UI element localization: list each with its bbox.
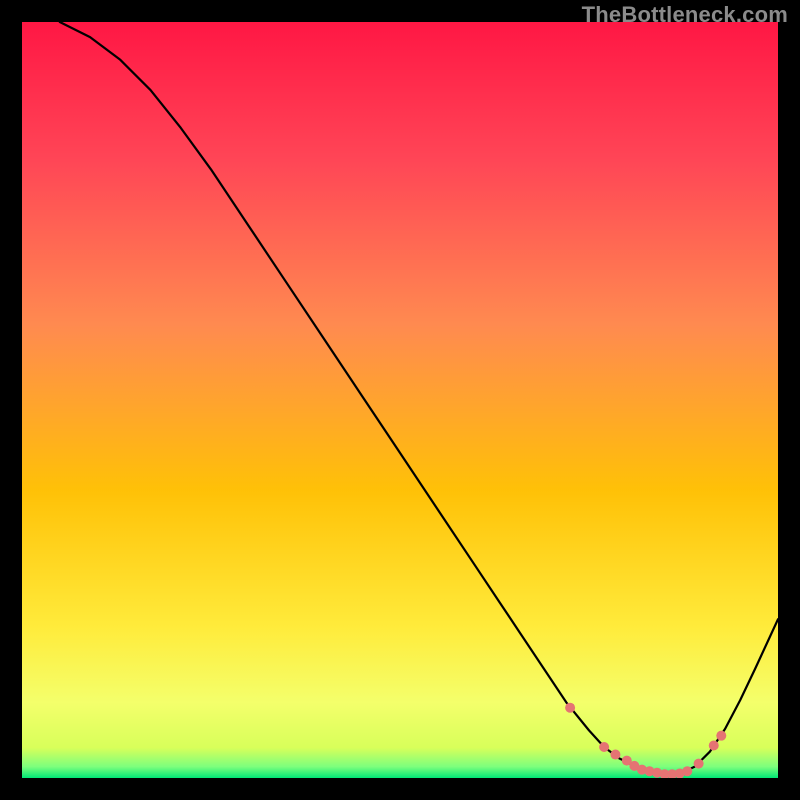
marker-dot [610,750,620,760]
plot-area [22,22,778,778]
gradient-background [22,22,778,778]
marker-dot [682,766,692,776]
marker-dot [599,742,609,752]
watermark-text: TheBottleneck.com [582,2,788,28]
marker-dot [694,759,704,769]
marker-dot [716,731,726,741]
marker-dot [709,740,719,750]
chart-frame: TheBottleneck.com [0,0,800,800]
plot-svg [22,22,778,778]
marker-dot [565,703,575,713]
